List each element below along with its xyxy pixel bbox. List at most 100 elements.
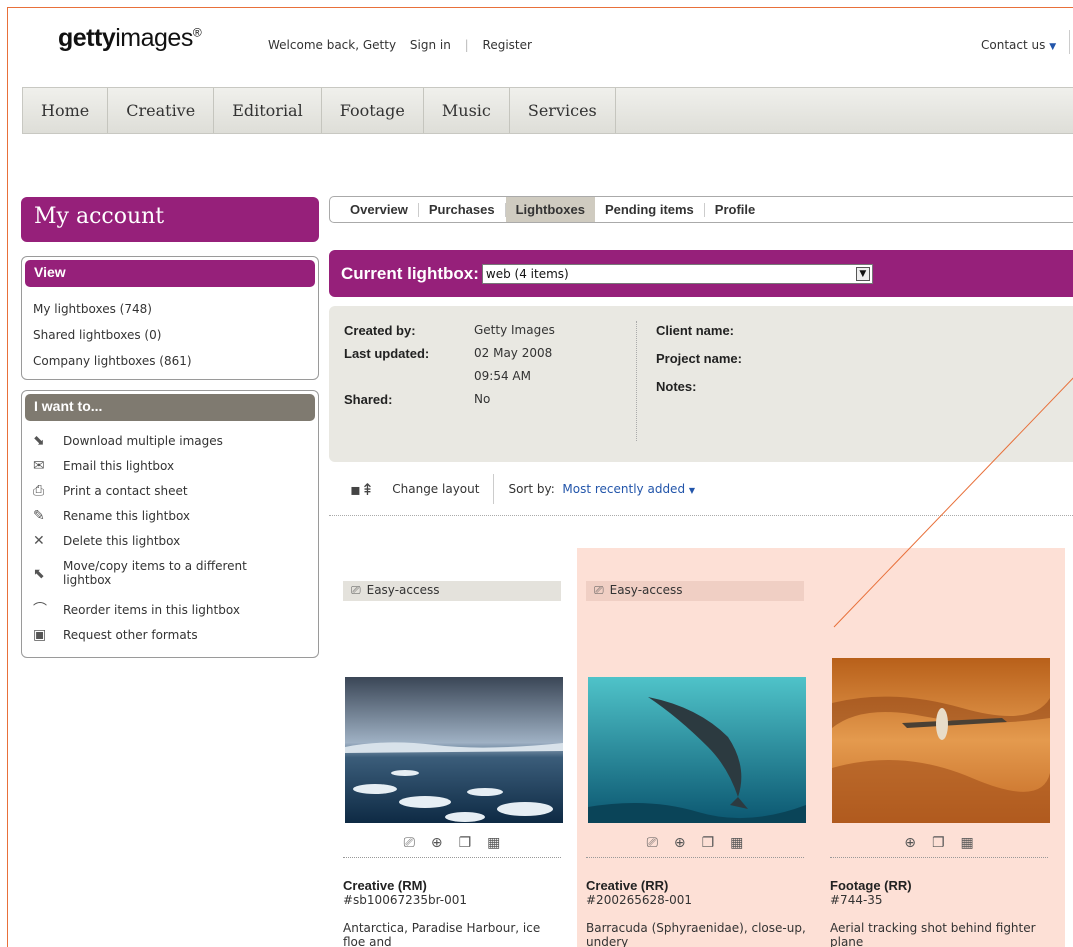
last-updated-label: Last updated: [344,346,430,361]
desert-plane-photo[interactable] [832,658,1050,823]
item-caption: Footage (RR) #744-35 Aerial tracking sho… [830,878,1050,947]
sort-by-label: Sort by: [508,482,555,496]
sign-in-link[interactable]: Sign in [410,38,451,52]
item-caption: Creative (RR) #200265628-001 Barracuda (… [586,878,806,947]
i-want-to-panel: I want to... ⬊ Download multiple images ✉… [21,390,319,658]
chevron-down-icon: ▼ [688,486,696,495]
item-actions: ⎚ ⊕ ❐ ▦ [343,828,561,858]
account-subnav: Overview Purchases Lightboxes Pending it… [329,196,1073,223]
divider [493,474,495,504]
top-nav: Welcome back, Getty Sign in | Register [268,38,542,52]
download-multiple-link[interactable]: ⬊ Download multiple images [33,434,307,459]
getty-logo[interactable]: gettyimages® [58,24,202,53]
tab-lightboxes[interactable]: Lightboxes [505,197,595,222]
divider [1069,30,1070,54]
download-icon: ⬊ [33,433,45,449]
main-nav: Home Creative Editorial Footage Music Se… [22,87,1073,134]
email-lightbox-link[interactable]: ✉ Email this lightbox [33,459,307,484]
item-title[interactable]: Footage (RR) [830,878,1050,893]
request-formats-link[interactable]: ▣ Request other formats [33,628,307,653]
divider: | [464,38,469,52]
view-panel: View My lightboxes (748) Shared lightbox… [21,256,319,380]
item-actions: ⊕ ❐ ▦ [830,828,1048,858]
layout-icon[interactable]: ▪⇞ [350,480,374,499]
easy-access-badge: ⎚ Easy-access [586,581,804,601]
reorder-icon: ⌒ [33,602,47,618]
delete-icon: ✕ [33,533,45,549]
copy-icon[interactable]: ❐ [702,835,715,851]
tab-pending-items[interactable]: Pending items [595,202,705,217]
divider [636,321,637,441]
item-title[interactable]: Creative (RR) [586,878,806,893]
pencil-icon: ✎ [33,508,45,524]
layout-tools: ▪⇞ Change layout Sort by: Most recently … [350,474,695,504]
dropdown-arrow-icon[interactable]: ▼ [855,266,870,281]
sort-by-dropdown[interactable]: Most recently added ▼ [562,482,695,496]
antarctica-photo[interactable] [345,677,563,823]
item-title[interactable]: Creative (RM) [343,878,563,893]
nav-music[interactable]: Music [424,88,510,133]
change-layout-link[interactable]: Change layout [392,482,479,496]
last-updated-time: 09:54 AM [474,369,531,383]
reorder-items-link[interactable]: ⌒ Reorder items in this lightbox [33,603,307,628]
monitor-icon: ⎚ [594,583,604,597]
barracuda-photo[interactable] [588,677,806,823]
print-icon: ⎙ [33,483,45,499]
calculator-icon[interactable]: ▦ [961,835,974,851]
company-lightboxes-link[interactable]: Company lightboxes (861) [33,354,307,380]
item-description: Aerial tracking shot behind fighter plan… [830,921,1036,947]
item-description: Antarctica, Paradise Harbour, ice floe a… [343,921,541,947]
item-id: #744-35 [830,893,883,907]
move-icon: ⬉ [33,566,45,582]
item-id: #200265628-001 [586,893,693,907]
tab-overview[interactable]: Overview [340,202,419,217]
tab-profile[interactable]: Profile [705,202,765,217]
easy-access-badge: ⎚ Easy-access [343,581,561,601]
current-lightbox-bar: Current lightbox: web (4 items) ▼ [329,250,1073,297]
nav-editorial[interactable]: Editorial [214,88,322,133]
created-by-label: Created by: [344,323,416,338]
move-copy-items-link[interactable]: ⬉ Move/copy items to a different lightbox [33,559,307,603]
welcome-text: Welcome back, Getty [268,38,397,52]
chevron-down-icon: ▼ [1049,42,1057,52]
calculator-icon[interactable]: ▦ [730,835,743,851]
print-contact-sheet-link[interactable]: ⎙ Print a contact sheet [33,484,307,509]
item-description: Barracuda (Sphyraenidae), close-up, unde… [586,921,806,947]
annotation-line [833,377,1073,628]
delete-lightbox-link[interactable]: ✕ Delete this lightbox [33,534,307,559]
copy-icon[interactable]: ❐ [459,835,472,851]
shared-label: Shared: [344,392,393,407]
download-comp-icon[interactable]: ⎚ [404,835,415,851]
notes-label: Notes: [656,379,697,394]
download-comp-icon[interactable]: ⎚ [647,835,658,851]
nav-services[interactable]: Services [510,88,616,133]
nav-home[interactable]: Home [23,88,109,133]
i-want-to-heading: I want to... [25,394,315,421]
shared-lightboxes-link[interactable]: Shared lightboxes (0) [33,328,307,354]
tab-purchases[interactable]: Purchases [419,202,506,217]
copy-icon[interactable]: ❐ [932,835,945,851]
lightbox-select[interactable]: web (4 items) ▼ [481,263,873,284]
nav-footage[interactable]: Footage [322,88,424,133]
item-caption: Creative (RM) #sb10067235br-001 Antarcti… [343,878,563,947]
contact-us-link[interactable]: Contact us ▼ [981,38,1056,52]
add-to-cart-icon[interactable]: ⊕ [431,835,443,851]
monitor-icon: ⎚ [351,583,361,597]
add-to-cart-icon[interactable]: ⊕ [674,835,686,851]
my-lightboxes-link[interactable]: My lightboxes (748) [33,302,307,328]
formats-icon: ▣ [33,627,47,643]
add-to-cart-icon[interactable]: ⊕ [904,835,916,851]
item-actions: ⎚ ⊕ ❐ ▦ [586,828,804,858]
calculator-icon[interactable]: ▦ [487,835,500,851]
email-icon: ✉ [33,458,45,474]
current-lightbox-label: Current lightbox: [341,263,479,283]
last-updated-date: 02 May 2008 [474,346,553,360]
register-link[interactable]: Register [483,38,532,52]
project-name-label: Project name: [656,351,742,366]
rename-lightbox-link[interactable]: ✎ Rename this lightbox [33,509,307,534]
nav-creative[interactable]: Creative [108,88,215,133]
shared-value: No [474,392,491,406]
my-account-title: My account [21,197,319,242]
item-id: #sb10067235br-001 [343,893,468,907]
view-heading: View [25,260,315,287]
